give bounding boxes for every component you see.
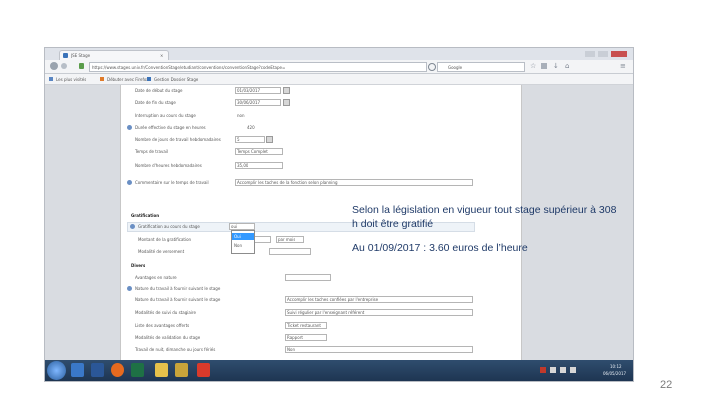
minimize-icon[interactable] bbox=[585, 51, 595, 57]
slide-page-number: 22 bbox=[660, 379, 673, 391]
site-lock-icon bbox=[79, 63, 84, 69]
slide-text-line-1: Selon la législation en vigueur tout sta… bbox=[352, 204, 617, 230]
tray-icon[interactable] bbox=[540, 367, 546, 373]
volume-icon[interactable] bbox=[560, 367, 566, 373]
field-label: Gratification au cours du stage bbox=[138, 224, 200, 229]
field-label: Modalités de suivi du stagiaire bbox=[135, 310, 196, 315]
maximize-icon[interactable] bbox=[598, 51, 608, 57]
bookmark-icon bbox=[49, 77, 53, 81]
excel-icon[interactable] bbox=[131, 363, 144, 377]
bookmark-icon bbox=[100, 77, 104, 81]
field-label: Temps de travail bbox=[135, 149, 168, 154]
gratification-dropdown: Oui Non bbox=[231, 230, 255, 254]
follow-up-field[interactable]: Suivi régulier par l'enseignant référent bbox=[285, 309, 473, 316]
validation-mode-field[interactable]: Rapport bbox=[285, 334, 327, 341]
start-date-field[interactable]: 01/03/2017 bbox=[235, 87, 281, 94]
days-per-week-select[interactable]: 5 bbox=[235, 136, 265, 143]
forward-arrow-icon[interactable] bbox=[61, 63, 67, 69]
field-label: Modalités de validation du stage bbox=[135, 335, 201, 340]
field-label: Date de fin du stage bbox=[135, 100, 176, 105]
benefits-select[interactable] bbox=[285, 274, 331, 281]
clock-time[interactable]: 10:12 bbox=[610, 364, 622, 369]
section-title-gratification: Gratification bbox=[131, 213, 160, 218]
advantages-list-field[interactable]: Ticket restaurant bbox=[285, 322, 327, 329]
payment-mode-select[interactable] bbox=[269, 248, 311, 255]
tray-icon[interactable] bbox=[550, 367, 556, 373]
reload-icon[interactable] bbox=[428, 63, 436, 71]
field-label: Nature du travail à fournir suivant le s… bbox=[135, 286, 221, 291]
bookmark-getting-started[interactable]: Débuter avec Firefox bbox=[107, 77, 149, 82]
field-label: Nombre d'heures hebdomadaires bbox=[135, 163, 202, 168]
bookmark-icon bbox=[147, 77, 151, 81]
clock-date[interactable]: 06/05/2017 bbox=[603, 371, 626, 376]
work-nature-field[interactable]: Accomplir les taches confiées par l'entr… bbox=[285, 296, 473, 303]
help-icon bbox=[130, 224, 135, 229]
end-date-field[interactable]: 30/06/2017 bbox=[235, 99, 281, 106]
duration-value: 420 bbox=[247, 125, 255, 130]
menu-icon[interactable]: ≡ bbox=[620, 62, 626, 70]
field-label: Nombre de jours de travail hebdomadaires bbox=[135, 137, 221, 142]
windows-taskbar: 10:12 06/05/2017 bbox=[45, 360, 633, 381]
calendar-icon[interactable] bbox=[283, 87, 290, 94]
calendar-icon[interactable] bbox=[283, 99, 290, 106]
night-work-field[interactable]: Non bbox=[285, 346, 473, 353]
dropdown-option-selected[interactable]: Oui bbox=[232, 233, 254, 240]
folder-icon[interactable] bbox=[155, 363, 168, 377]
close-window-icon[interactable] bbox=[611, 51, 627, 57]
search-placeholder: Google bbox=[448, 65, 463, 70]
browser-titlebar: JSE Stage × bbox=[45, 48, 633, 61]
bookmark-most-visited[interactable]: Les plus visités bbox=[56, 77, 86, 82]
tab-title: JSE Stage bbox=[71, 53, 91, 58]
reading-list-icon[interactable] bbox=[541, 63, 547, 69]
help-icon bbox=[127, 286, 132, 291]
firefox-icon[interactable] bbox=[111, 363, 124, 377]
field-label: Interruption au cours du stage bbox=[135, 113, 196, 118]
network-icon[interactable] bbox=[570, 367, 576, 373]
help-icon bbox=[127, 125, 132, 130]
hours-per-week-field[interactable]: 35,00 bbox=[235, 162, 283, 169]
chevron-down-icon[interactable] bbox=[266, 136, 273, 143]
download-icon[interactable]: ↓ bbox=[553, 62, 559, 70]
outlook-icon[interactable] bbox=[175, 363, 188, 377]
tab-close-icon[interactable]: × bbox=[160, 53, 163, 58]
field-label: Commentaire sur le temps de travail bbox=[135, 180, 209, 185]
acrobat-icon[interactable] bbox=[197, 363, 210, 377]
work-time-select[interactable]: Temps Complet bbox=[235, 148, 283, 155]
field-label: Montant de la gratification bbox=[138, 237, 192, 242]
field-label: Date de début du stage bbox=[135, 88, 183, 93]
section-title-divers: Divers bbox=[131, 263, 146, 268]
home-icon[interactable]: ⌂ bbox=[565, 62, 569, 70]
bookmark-gestion-stage[interactable]: Gestion Dossier Stage bbox=[154, 77, 198, 82]
interruption-radio[interactable]: non bbox=[237, 113, 245, 118]
tab-favicon bbox=[63, 53, 68, 58]
help-icon bbox=[127, 180, 132, 185]
start-button[interactable] bbox=[47, 361, 66, 380]
field-label: Nature du travail à fournir suivant le s… bbox=[135, 297, 221, 302]
bookmarks-bar: Les plus visités Débuter avec Firefox Ge… bbox=[45, 74, 633, 85]
field-label: Avantages en nature bbox=[135, 275, 177, 280]
navigation-bar: https://www.stages.univ.fr/ConventionSta… bbox=[45, 60, 633, 74]
gratification-unit-select[interactable]: par mois bbox=[276, 236, 304, 243]
dropdown-option[interactable]: Non bbox=[234, 243, 242, 248]
slide-text-line-2: Au 01/09/2017 : 3.60 euros de l’heure bbox=[352, 242, 528, 254]
star-icon[interactable]: ☆ bbox=[530, 62, 536, 70]
field-label: Durée effective du stage en heures bbox=[135, 125, 206, 130]
word-icon[interactable] bbox=[91, 363, 104, 377]
slide-annotation: Selon la législation en vigueur tout sta… bbox=[352, 204, 624, 256]
field-label: Liste des avantages offerts bbox=[135, 323, 190, 328]
url-text: https://www.stages.univ.fr/ConventionSta… bbox=[92, 65, 286, 70]
ie-icon[interactable] bbox=[71, 363, 84, 377]
url-input[interactable]: https://www.stages.univ.fr/ConventionSta… bbox=[89, 62, 427, 72]
search-input[interactable]: Google bbox=[437, 62, 525, 72]
back-arrow-icon[interactable] bbox=[50, 62, 58, 70]
work-time-comment-field[interactable]: Accomplir les taches de la fonction selo… bbox=[235, 179, 473, 186]
field-label: Modalité de versement bbox=[138, 249, 185, 254]
gratification-select[interactable]: oui bbox=[229, 223, 255, 230]
field-label: Travail de nuit, dimanche ou jours férié… bbox=[135, 347, 216, 352]
